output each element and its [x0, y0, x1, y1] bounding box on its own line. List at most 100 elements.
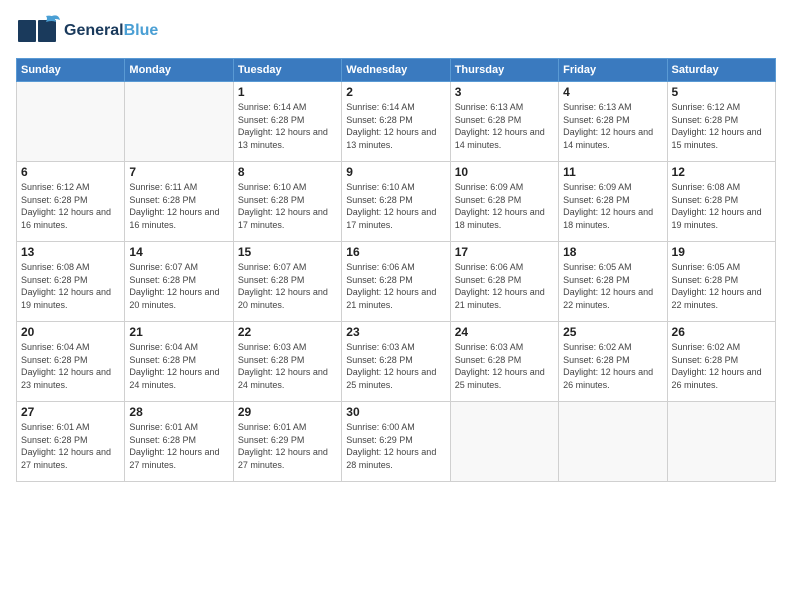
day-info: Sunrise: 6:06 AMSunset: 6:28 PMDaylight:…	[346, 261, 445, 311]
day-number: 19	[672, 245, 771, 259]
day-number: 28	[129, 405, 228, 419]
day-number: 25	[563, 325, 662, 339]
calendar-cell	[450, 402, 558, 482]
calendar-cell: 17Sunrise: 6:06 AMSunset: 6:28 PMDayligh…	[450, 242, 558, 322]
day-number: 3	[455, 85, 554, 99]
day-info: Sunrise: 6:11 AMSunset: 6:28 PMDaylight:…	[129, 181, 228, 231]
day-info: Sunrise: 6:00 AMSunset: 6:29 PMDaylight:…	[346, 421, 445, 471]
day-number: 21	[129, 325, 228, 339]
calendar-cell: 27Sunrise: 6:01 AMSunset: 6:28 PMDayligh…	[17, 402, 125, 482]
day-number: 1	[238, 85, 337, 99]
logo-general: General	[64, 22, 124, 39]
calendar-cell: 3 Sunrise: 6:13 AMSunset: 6:28 PMDaylight…	[450, 82, 558, 162]
day-info: Sunrise: 6:02 AMSunset: 6:28 PMDaylight:…	[672, 341, 771, 391]
day-number: 5	[672, 85, 771, 99]
day-info: Sunrise: 6:08 AMSunset: 6:28 PMDaylight:…	[21, 261, 120, 311]
logo-text-block: GeneralBlue	[64, 22, 158, 40]
day-info: Sunrise: 6:05 AMSunset: 6:28 PMDaylight:…	[672, 261, 771, 311]
day-number: 12	[672, 165, 771, 179]
logo: GeneralBlue	[16, 12, 158, 50]
logo-icon	[16, 12, 60, 50]
calendar-cell: 16 Sunrise: 6:06 AMSunset: 6:28 PMDayligh…	[342, 242, 450, 322]
day-number: 11	[563, 165, 662, 179]
day-info: Sunrise: 6:14 AMSunset: 6:28 PMDaylight:…	[238, 101, 337, 151]
col-wednesday: Wednesday	[342, 59, 450, 82]
day-number: 6	[21, 165, 120, 179]
day-number: 4	[563, 85, 662, 99]
day-info: Sunrise: 6:07 AMSunset: 6:28 PMDaylight:…	[238, 261, 337, 311]
day-number: 26	[672, 325, 771, 339]
day-number: 22	[238, 325, 337, 339]
calendar-cell: 8Sunrise: 6:10 AMSunset: 6:28 PMDaylight…	[233, 162, 341, 242]
day-number: 29	[238, 405, 337, 419]
calendar-week-row: 27Sunrise: 6:01 AMSunset: 6:28 PMDayligh…	[17, 402, 776, 482]
day-info: Sunrise: 6:09 AMSunset: 6:28 PMDaylight:…	[455, 181, 554, 231]
calendar-week-row: 1 Sunrise: 6:14 AMSunset: 6:28 PMDaylight…	[17, 82, 776, 162]
day-info: Sunrise: 6:07 AMSunset: 6:28 PMDaylight:…	[129, 261, 228, 311]
calendar-week-row: 13Sunrise: 6:08 AMSunset: 6:28 PMDayligh…	[17, 242, 776, 322]
day-number: 24	[455, 325, 554, 339]
day-info: Sunrise: 6:10 AMSunset: 6:28 PMDaylight:…	[238, 181, 337, 231]
day-number: 20	[21, 325, 120, 339]
day-info: Sunrise: 6:01 AMSunset: 6:29 PMDaylight:…	[238, 421, 337, 471]
calendar-cell: 21 Sunrise: 6:04 AMSunset: 6:28 PMDayligh…	[125, 322, 233, 402]
calendar-cell	[667, 402, 775, 482]
calendar-cell: 20 Sunrise: 6:04 AMSunset: 6:28 PMDayligh…	[17, 322, 125, 402]
calendar-cell: 10 Sunrise: 6:09 AMSunset: 6:28 PMDayligh…	[450, 162, 558, 242]
col-friday: Friday	[559, 59, 667, 82]
day-info: Sunrise: 6:01 AMSunset: 6:28 PMDaylight:…	[21, 421, 120, 471]
calendar-cell: 14Sunrise: 6:07 AMSunset: 6:28 PMDayligh…	[125, 242, 233, 322]
day-info: Sunrise: 6:12 AMSunset: 6:28 PMDaylight:…	[672, 101, 771, 151]
day-number: 9	[346, 165, 445, 179]
calendar-cell: 26 Sunrise: 6:02 AMSunset: 6:28 PMDayligh…	[667, 322, 775, 402]
day-number: 10	[455, 165, 554, 179]
day-info: Sunrise: 6:03 AMSunset: 6:28 PMDaylight:…	[455, 341, 554, 391]
calendar-cell: 4 Sunrise: 6:13 AMSunset: 6:28 PMDaylight…	[559, 82, 667, 162]
day-info: Sunrise: 6:05 AMSunset: 6:28 PMDaylight:…	[563, 261, 662, 311]
calendar-header-row: Sunday Monday Tuesday Wednesday Thursday…	[17, 59, 776, 82]
day-number: 18	[563, 245, 662, 259]
calendar-cell: 18 Sunrise: 6:05 AMSunset: 6:28 PMDayligh…	[559, 242, 667, 322]
day-info: Sunrise: 6:10 AMSunset: 6:28 PMDaylight:…	[346, 181, 445, 231]
calendar-cell: 9 Sunrise: 6:10 AMSunset: 6:28 PMDaylight…	[342, 162, 450, 242]
calendar-cell: 23 Sunrise: 6:03 AMSunset: 6:28 PMDayligh…	[342, 322, 450, 402]
calendar-cell: 2 Sunrise: 6:14 AMSunset: 6:28 PMDaylight…	[342, 82, 450, 162]
day-number: 30	[346, 405, 445, 419]
day-number: 2	[346, 85, 445, 99]
day-info: Sunrise: 6:13 AMSunset: 6:28 PMDaylight:…	[563, 101, 662, 151]
calendar-cell: 25 Sunrise: 6:02 AMSunset: 6:28 PMDayligh…	[559, 322, 667, 402]
calendar-cell: 1 Sunrise: 6:14 AMSunset: 6:28 PMDaylight…	[233, 82, 341, 162]
calendar-cell: 12Sunrise: 6:08 AMSunset: 6:28 PMDayligh…	[667, 162, 775, 242]
day-info: Sunrise: 6:02 AMSunset: 6:28 PMDaylight:…	[563, 341, 662, 391]
col-tuesday: Tuesday	[233, 59, 341, 82]
calendar-cell: 5 Sunrise: 6:12 AMSunset: 6:28 PMDaylight…	[667, 82, 775, 162]
calendar-cell: 28Sunrise: 6:01 AMSunset: 6:28 PMDayligh…	[125, 402, 233, 482]
day-info: Sunrise: 6:06 AMSunset: 6:28 PMDaylight:…	[455, 261, 554, 311]
day-info: Sunrise: 6:13 AMSunset: 6:28 PMDaylight:…	[455, 101, 554, 151]
col-thursday: Thursday	[450, 59, 558, 82]
calendar-cell: 6 Sunrise: 6:12 AMSunset: 6:28 PMDaylight…	[17, 162, 125, 242]
calendar-cell	[17, 82, 125, 162]
day-number: 16	[346, 245, 445, 259]
day-info: Sunrise: 6:04 AMSunset: 6:28 PMDaylight:…	[129, 341, 228, 391]
day-number: 15	[238, 245, 337, 259]
day-number: 7	[129, 165, 228, 179]
calendar-cell: 15 Sunrise: 6:07 AMSunset: 6:28 PMDayligh…	[233, 242, 341, 322]
header: GeneralBlue	[16, 12, 776, 50]
calendar-cell	[559, 402, 667, 482]
day-info: Sunrise: 6:12 AMSunset: 6:28 PMDaylight:…	[21, 181, 120, 231]
col-sunday: Sunday	[17, 59, 125, 82]
day-info: Sunrise: 6:03 AMSunset: 6:28 PMDaylight:…	[346, 341, 445, 391]
logo-blue: Blue	[124, 22, 159, 39]
day-info: Sunrise: 6:04 AMSunset: 6:28 PMDaylight:…	[21, 341, 120, 391]
col-saturday: Saturday	[667, 59, 775, 82]
day-info: Sunrise: 6:14 AMSunset: 6:28 PMDaylight:…	[346, 101, 445, 151]
calendar-cell: 24 Sunrise: 6:03 AMSunset: 6:28 PMDayligh…	[450, 322, 558, 402]
day-number: 23	[346, 325, 445, 339]
calendar-cell: 13Sunrise: 6:08 AMSunset: 6:28 PMDayligh…	[17, 242, 125, 322]
col-monday: Monday	[125, 59, 233, 82]
calendar-cell: 29 Sunrise: 6:01 AMSunset: 6:29 PMDayligh…	[233, 402, 341, 482]
calendar-cell: 22Sunrise: 6:03 AMSunset: 6:28 PMDayligh…	[233, 322, 341, 402]
calendar-week-row: 6 Sunrise: 6:12 AMSunset: 6:28 PMDaylight…	[17, 162, 776, 242]
page: GeneralBlue Sunday Monday Tuesday Wednes…	[0, 0, 792, 612]
